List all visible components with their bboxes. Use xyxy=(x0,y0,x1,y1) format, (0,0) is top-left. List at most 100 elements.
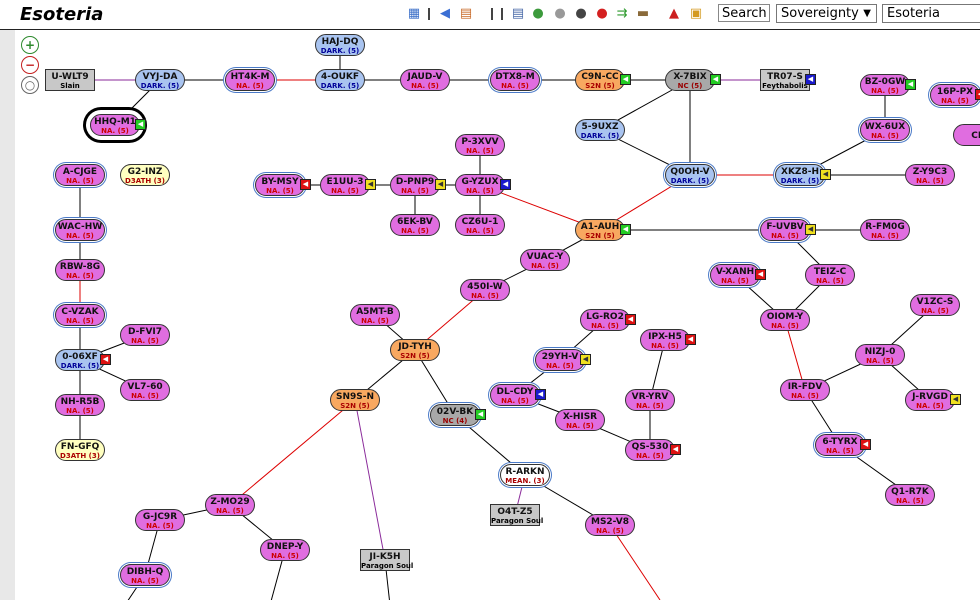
system-node[interactable]: WX-6UX NA. (5) xyxy=(860,119,910,141)
system-node[interactable]: BZ-0GW NA. (5) xyxy=(860,74,910,96)
system-node[interactable]: TR07-S Feythabolis xyxy=(760,69,810,91)
system-node[interactable]: DIBH-Q NA. (5) xyxy=(120,564,170,586)
system-alliance: NA. (5) xyxy=(131,337,159,345)
system-alliance: NA. (5) xyxy=(471,292,499,300)
system-name: F-UVBV xyxy=(766,222,804,232)
system-node[interactable]: QS-530 NA. (5) xyxy=(625,439,675,461)
system-node[interactable]: G-JC9R NA. (5) xyxy=(135,509,185,531)
system-node[interactable]: LG-RO2 NA. (5) xyxy=(580,309,630,331)
system-node[interactable]: VUAC-Y NA. (5) xyxy=(520,249,570,271)
system-name: A-CJGE xyxy=(62,167,98,177)
system-node[interactable]: D-PNP9 NA. (5) xyxy=(390,174,440,196)
system-node[interactable]: VL7-60 NA. (5) xyxy=(120,379,170,401)
system-alliance: S2N (5) xyxy=(400,352,430,360)
system-node[interactable]: DNEP-Y NA. (5) xyxy=(260,539,310,561)
system-name: SN9S-N xyxy=(335,392,375,402)
system-node[interactable]: JAUD-V NA. (5) xyxy=(400,69,450,91)
system-alliance: S2N (5) xyxy=(340,402,370,410)
system-node[interactable]: DL-CDY NA. (5) xyxy=(490,384,540,406)
system-node[interactable]: 29YH-V NA. (5) xyxy=(535,349,585,371)
system-node[interactable]: A1-AUH S2N (5) xyxy=(575,219,625,241)
system-node[interactable]: NIZJ-0 NA. (5) xyxy=(855,344,905,366)
system-alliance: NA. (5) xyxy=(871,232,899,240)
system-node[interactable]: RBW-8G NA. (5) xyxy=(55,259,105,281)
system-node[interactable]: IR-FDV NA. (5) xyxy=(780,379,830,401)
system-name: JAUD-V xyxy=(407,72,443,82)
red-flag-icon: ◀ xyxy=(670,444,681,455)
system-node[interactable]: 6EK-BV NA. (5) xyxy=(390,214,440,236)
system-node[interactable]: SN9S-N S2N (5) xyxy=(330,389,380,411)
system-name: VR-YRV xyxy=(631,392,669,402)
system-node[interactable]: Z-Y9C3 NA. (5) xyxy=(905,164,955,186)
system-node[interactable]: D-FVI7 NA. (5) xyxy=(120,324,170,346)
system-node[interactable]: Q0OH-V DARK. (5) xyxy=(665,164,715,186)
system-node[interactable]: HT4K-M NA. (5) xyxy=(225,69,275,91)
system-node[interactable]: XKZ8-H DARK. (5) xyxy=(775,164,825,186)
system-node[interactable]: X-7BIX NC (5) xyxy=(665,69,715,91)
green-flag-icon: ◀ xyxy=(620,74,631,85)
system-name: 450I-W xyxy=(467,282,503,292)
system-node[interactable]: 16P-PX NA. (5) xyxy=(930,84,980,106)
system-node[interactable]: BY-MSY NA. (5) xyxy=(255,174,305,196)
system-node[interactable]: A-CJGE NA. (5) xyxy=(55,164,105,186)
system-alliance: DARK. (5) xyxy=(140,82,180,90)
system-node[interactable]: R-ARKN MEAN. (3) xyxy=(500,464,550,486)
system-node[interactable]: E1UU-3 NA. (5) xyxy=(320,174,370,196)
system-alliance: MEAN. (3) xyxy=(505,477,545,485)
system-name: IR-FDV xyxy=(787,382,823,392)
system-alliance: DARK. (5) xyxy=(60,362,100,370)
system-node[interactable]: VYJ-DA DARK. (5) xyxy=(135,69,185,91)
system-node[interactable]: V-XANH NA. (5) xyxy=(710,264,760,286)
system-alliance: NA. (5) xyxy=(916,177,944,185)
system-node[interactable]: R-FM0G NA. (5) xyxy=(860,219,910,241)
system-node[interactable]: 02V-BK NC (4) xyxy=(430,404,480,426)
system-node[interactable]: CZ6U-1 NA. (5) xyxy=(455,214,505,236)
system-name: JI-K5H xyxy=(369,552,401,562)
system-alliance: D3ATH (3) xyxy=(125,177,165,185)
system-node[interactable]: JI-K5H Paragon Soul xyxy=(360,549,413,571)
system-name: 0-06XF xyxy=(62,352,98,362)
system-node[interactable]: 6-TYRX NA. (5) xyxy=(815,434,865,456)
system-alliance: NA. (5) xyxy=(466,227,494,235)
system-alliance: NA. (5) xyxy=(721,277,749,285)
system-node[interactable]: 0-06XF DARK. (5) xyxy=(55,349,105,371)
system-node[interactable]: J-RVGD NA. (5) xyxy=(905,389,955,411)
system-node[interactable]: TEIZ-C NA. (5) xyxy=(805,264,855,286)
yellow-flag-icon: ◀ xyxy=(435,179,446,190)
system-name: C-VZAK xyxy=(61,307,99,317)
system-alliance: NC (5) xyxy=(677,82,703,90)
system-node[interactable]: NH-R5B NA. (5) xyxy=(55,394,105,416)
system-node[interactable]: O4T-Z5 Paragon Soul xyxy=(490,504,543,526)
system-alliance: Feythabolis xyxy=(762,82,808,90)
system-node[interactable]: 450I-W NA. (5) xyxy=(460,279,510,301)
system-alliance: S2N (5) xyxy=(585,82,615,90)
system-node[interactable]: Z-MO29 NA. (5) xyxy=(205,494,255,516)
system-node[interactable]: Q1-R7K NA. (5) xyxy=(885,484,935,506)
system-node[interactable]: A5MT-B NA. (5) xyxy=(350,304,400,326)
system-node[interactable]: P-3XVV NA. (5) xyxy=(455,134,505,156)
system-alliance: NA. (5) xyxy=(146,522,174,530)
system-node[interactable]: MS2-V8 NA. (5) xyxy=(585,514,635,536)
system-node[interactable]: DTX8-M NA. (5) xyxy=(490,69,540,91)
system-node[interactable]: G-YZUX NA. (5) xyxy=(455,174,505,196)
system-node[interactable]: X-HISR NA. (5) xyxy=(555,409,605,431)
system-node[interactable]: OIOM-Y NA. (5) xyxy=(760,309,810,331)
system-name: LG-RO2 xyxy=(586,312,624,322)
system-node[interactable]: C9N-CC S2N (5) xyxy=(575,69,625,91)
red-flag-icon: ◀ xyxy=(625,314,636,325)
system-node[interactable]: VR-YRV NA. (5) xyxy=(625,389,675,411)
system-node[interactable]: F-UVBV NA. (5) xyxy=(760,219,810,241)
system-node[interactable]: FN-GFQ D3ATH (3) xyxy=(55,439,105,461)
system-node[interactable]: V1ZC-S NA. (5) xyxy=(910,294,960,316)
system-node[interactable]: WAC-HW NA. (5) xyxy=(55,219,105,241)
system-node[interactable]: 5-9UXZ DARK. (5) xyxy=(575,119,625,141)
system-node[interactable]: HAJ-DQ DARK. (5) xyxy=(315,34,365,56)
system-node[interactable]: CR xyxy=(953,124,980,146)
system-node[interactable]: 4-OUKF DARK. (5) xyxy=(315,69,365,91)
system-node[interactable]: C-VZAK NA. (5) xyxy=(55,304,105,326)
system-node[interactable]: HHQ-M1 NA. (5) xyxy=(90,114,140,136)
system-node[interactable]: JD-TYH S2N (5) xyxy=(390,339,440,361)
system-node[interactable]: IPX-H5 NA. (5) xyxy=(640,329,690,351)
system-node[interactable]: U-WLT9 Slain xyxy=(45,69,95,91)
system-node[interactable]: G2-INZ D3ATH (3) xyxy=(120,164,170,186)
